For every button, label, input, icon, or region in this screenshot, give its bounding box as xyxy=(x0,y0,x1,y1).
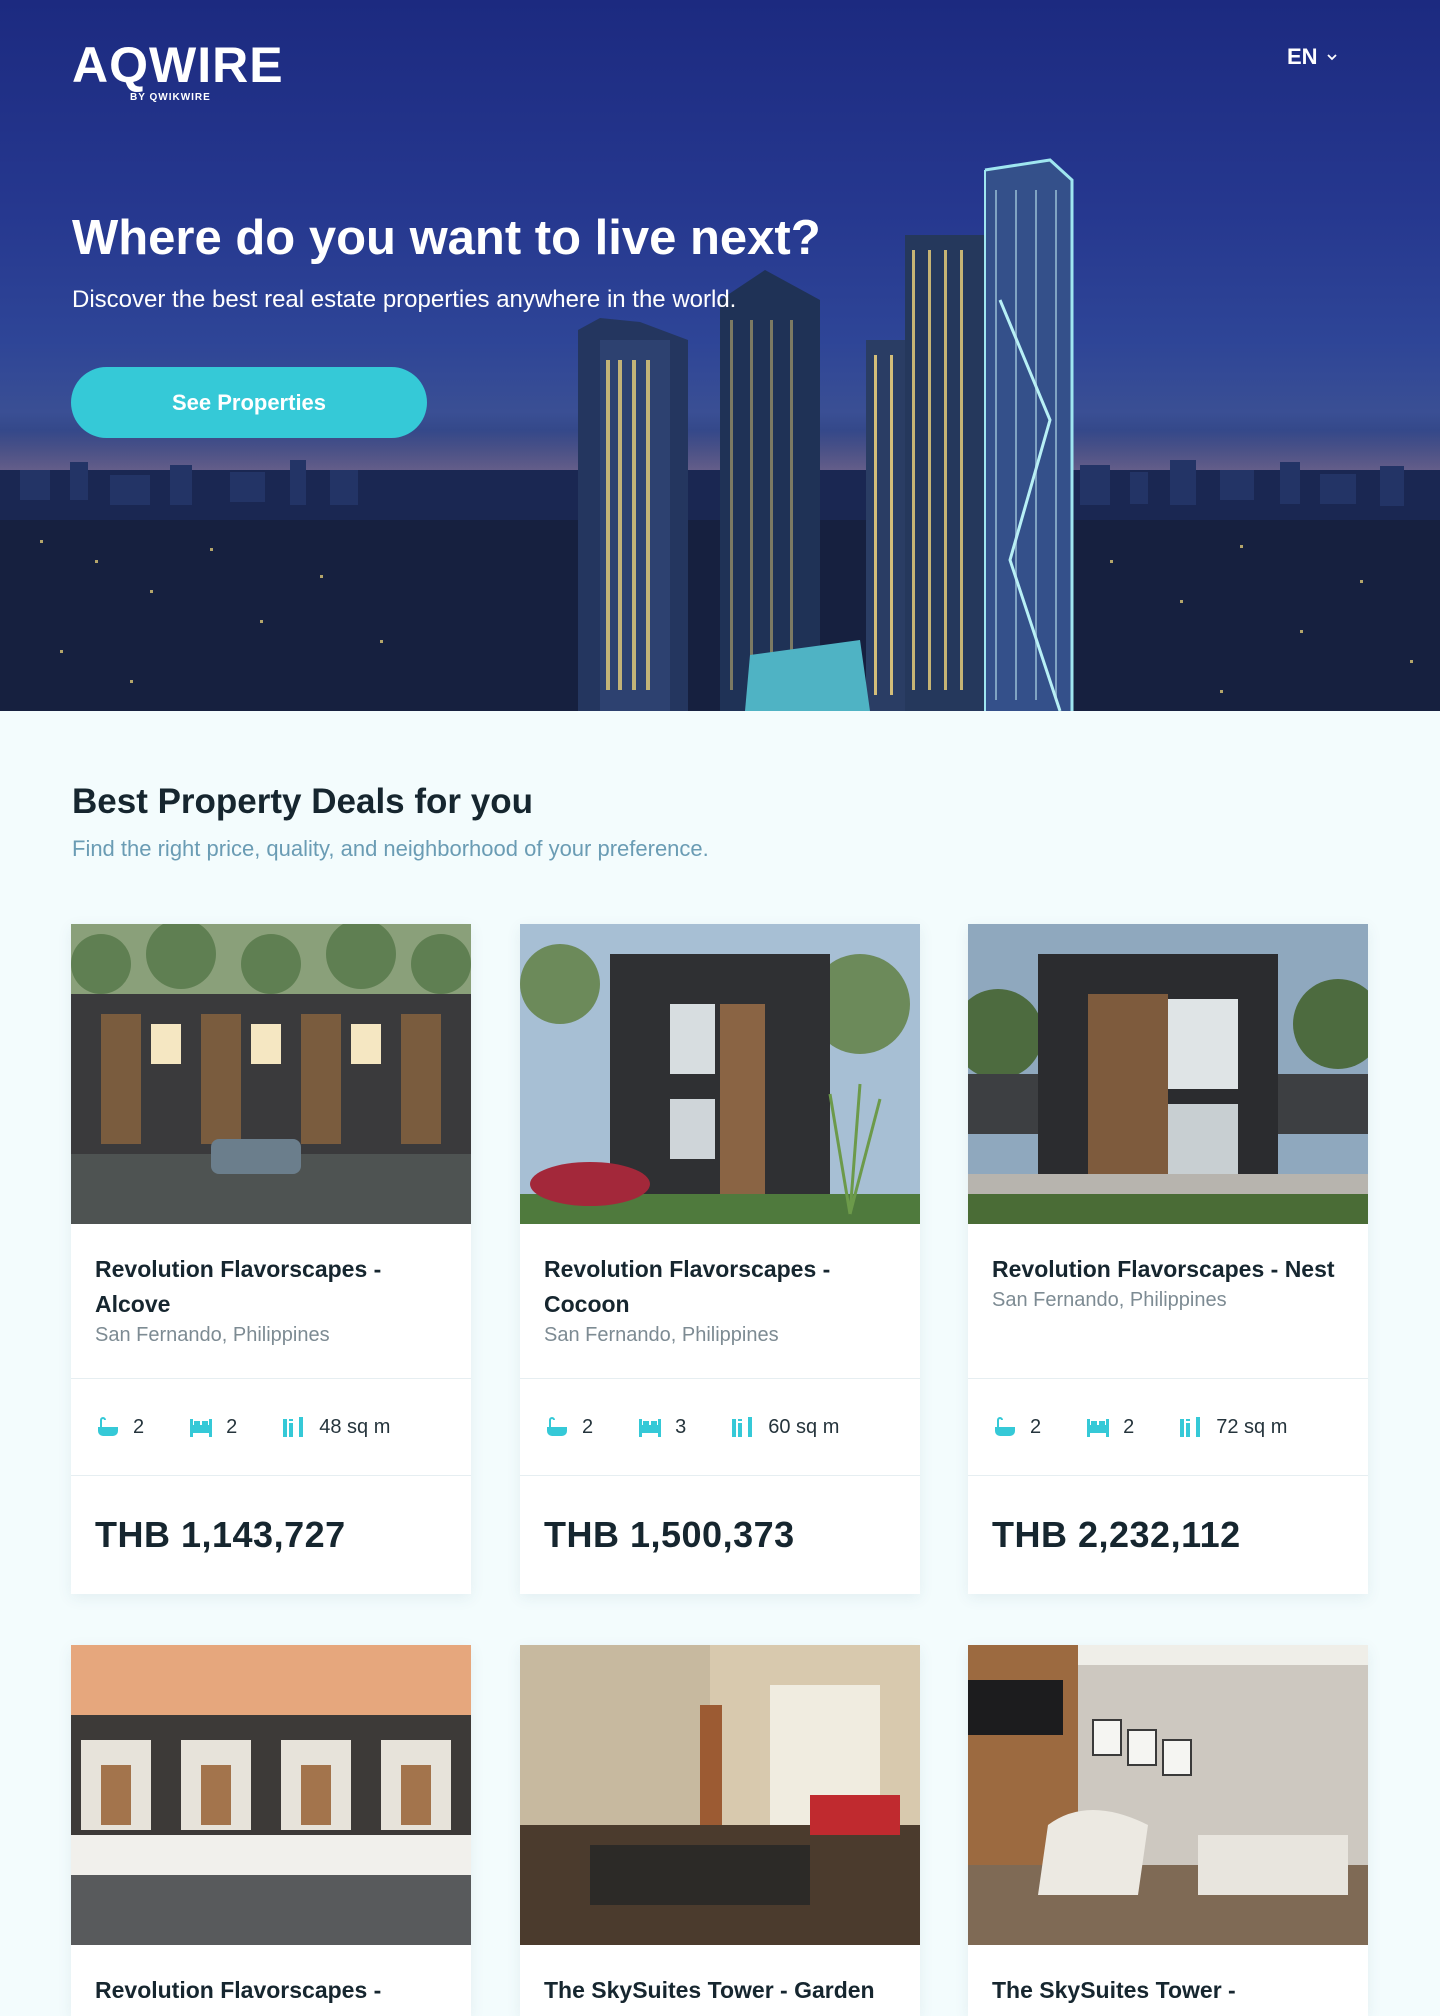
bed-icon xyxy=(1087,1419,1110,1437)
floor-area: 60 sq m xyxy=(730,1415,839,1439)
language-code: EN xyxy=(1287,44,1318,69)
floor-area-value: 48 sq m xyxy=(319,1415,391,1438)
property-info: Revolution Flavorscapes - Nest San Ferna… xyxy=(968,1224,1368,1379)
property-photo xyxy=(71,924,471,1224)
bedroom-count: 2 xyxy=(1123,1415,1135,1438)
property-photo xyxy=(71,1645,471,1945)
floor-area-icon xyxy=(1180,1417,1201,1437)
property-price: THB 1,143,727 xyxy=(95,1514,346,1555)
bathtub-icon xyxy=(547,1417,567,1436)
hero-title: Where do you want to live next? xyxy=(72,211,821,265)
bedroom-count: 3 xyxy=(675,1415,687,1438)
property-card[interactable]: The SkySuites Tower - xyxy=(968,1645,1368,2016)
bathrooms: 2 xyxy=(992,1415,1041,1439)
property-specs: 2 2 72 sq m xyxy=(968,1379,1368,1476)
property-photo xyxy=(968,1645,1368,1945)
property-price: THB 1,500,373 xyxy=(544,1514,795,1555)
property-card[interactable]: Revolution Flavorscapes - Cocoon San Fer… xyxy=(520,924,920,1594)
property-specs: 2 2 48 sq m xyxy=(71,1379,471,1476)
bathrooms: 2 xyxy=(95,1415,144,1439)
logo-wordmark: AQWIRE xyxy=(72,37,284,93)
floor-area: 72 sq m xyxy=(1178,1415,1287,1439)
property-info: Revolution Flavorscapes - Cocoon San Fer… xyxy=(520,1224,920,1379)
property-card[interactable]: Revolution Flavorscapes - Alcove San Fer… xyxy=(71,924,471,1594)
bathtub-icon xyxy=(995,1417,1015,1436)
floor-area-value: 60 sq m xyxy=(768,1415,840,1438)
floor-area-icon xyxy=(732,1417,753,1437)
property-info: Revolution Flavorscapes - Alcove San Fer… xyxy=(71,1224,471,1379)
property-name: Revolution Flavorscapes - Alcove xyxy=(95,1256,382,1317)
bedroom-count: 2 xyxy=(226,1415,238,1438)
floor-area: 48 sq m xyxy=(281,1415,390,1439)
bedrooms: 3 xyxy=(637,1415,686,1439)
city-skyline-image xyxy=(0,158,1440,711)
property-specs: 2 3 60 sq m xyxy=(520,1379,920,1476)
deals-section-subtitle: Find the right price, quality, and neigh… xyxy=(72,836,709,861)
property-photo xyxy=(968,924,1368,1224)
aqwire-logo[interactable]: AQWIRE BY QWIKWIRE xyxy=(72,37,284,103)
hero-banner: AQWIRE BY QWIKWIRE EN Where do you want … xyxy=(0,0,1440,711)
bathroom-count: 2 xyxy=(1030,1415,1042,1438)
property-price: THB 2,232,112 xyxy=(992,1514,1241,1555)
property-location: San Fernando, Philippines xyxy=(992,1289,1227,1311)
floor-area-icon xyxy=(283,1417,304,1437)
deals-section-title: Best Property Deals for you xyxy=(72,782,533,821)
bedrooms: 2 xyxy=(1085,1415,1134,1439)
property-photo xyxy=(520,1645,920,1945)
property-name: The SkySuites Tower - xyxy=(992,1977,1236,2003)
property-name: Revolution Flavorscapes - Cocoon xyxy=(544,1256,831,1317)
bathrooms: 2 xyxy=(544,1415,593,1439)
hero-subtitle: Discover the best real estate properties… xyxy=(72,286,737,313)
bathroom-count: 2 xyxy=(133,1415,145,1438)
property-photo xyxy=(520,924,920,1224)
property-info: The SkySuites Tower - Garden xyxy=(520,1945,920,2016)
property-info: The SkySuites Tower - xyxy=(968,1945,1368,2016)
bathroom-count: 2 xyxy=(582,1415,594,1438)
floor-area-value: 72 sq m xyxy=(1216,1415,1288,1438)
bathtub-icon xyxy=(98,1417,118,1436)
bed-icon xyxy=(639,1419,662,1437)
property-location: San Fernando, Philippines xyxy=(544,1324,779,1346)
property-card[interactable]: Revolution Flavorscapes - xyxy=(71,1645,471,2016)
property-name: Revolution Flavorscapes - Nest xyxy=(992,1256,1335,1282)
language-selector[interactable]: EN xyxy=(1287,44,1338,70)
property-name: The SkySuites Tower - Garden xyxy=(544,1977,875,2003)
property-name: Revolution Flavorscapes - xyxy=(95,1977,382,2003)
property-card[interactable]: The SkySuites Tower - Garden xyxy=(520,1645,920,2016)
bedrooms: 2 xyxy=(188,1415,237,1439)
property-location: San Fernando, Philippines xyxy=(95,1324,330,1346)
property-card[interactable]: Revolution Flavorscapes - Nest San Ferna… xyxy=(968,924,1368,1594)
logo-byline: BY QWIKWIRE xyxy=(130,92,211,103)
property-info: Revolution Flavorscapes - xyxy=(71,1945,471,2016)
chevron-down-icon xyxy=(1326,54,1337,61)
bed-icon xyxy=(190,1419,213,1437)
see-properties-button[interactable]: See Properties xyxy=(71,367,427,438)
